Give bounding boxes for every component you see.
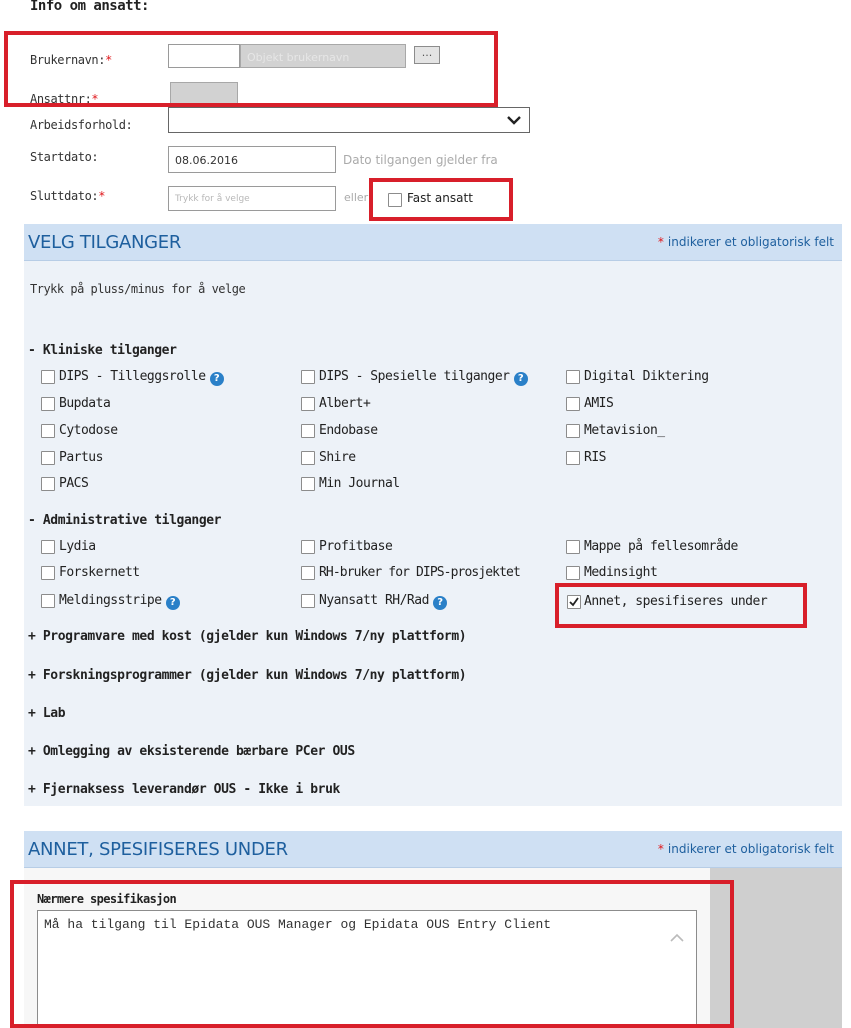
end-date-label: Sluttdato:* (30, 189, 106, 203)
label-min-journal: Min Journal (319, 476, 400, 491)
checkbox-albert[interactable] (301, 397, 315, 411)
question-circle-icon[interactable]: ? (209, 372, 224, 386)
clinical-group-title: - Kliniske tilganger (28, 343, 177, 358)
label-shire: Shire (319, 450, 356, 465)
expand-programvare[interactable]: + Programvare med kost (gjelder kun Wind… (28, 629, 467, 644)
label-digital-diktering: Digital Diktering (584, 369, 709, 384)
label-meldingsstripe: Meldingsstripe? (59, 593, 180, 610)
employment-select[interactable] (168, 107, 530, 133)
required-note: * indikerer et obligatorisk felt (657, 235, 834, 249)
checkbox-cytodose[interactable] (41, 424, 55, 438)
checkbox-rh-bruker[interactable] (301, 566, 315, 580)
start-date-label: Startdato: (30, 150, 99, 164)
checkbox-lydia[interactable] (41, 540, 55, 554)
checkbox-digital-diktering[interactable] (566, 370, 580, 384)
checkbox-profitbase[interactable] (301, 540, 315, 554)
label-lydia: Lydia (59, 539, 96, 554)
label-ris: RIS (584, 450, 606, 465)
expand-lab[interactable]: + Lab (28, 706, 66, 721)
label-metavision: Metavision_ (584, 423, 665, 438)
checkbox-meldingsstripe[interactable] (41, 594, 55, 608)
other-header: ANNET, SPESIFISERES UNDER * indikerer et … (24, 831, 842, 868)
checkbox-bupdata[interactable] (41, 397, 55, 411)
label-dips-tilleggsrolle: DIPS - Tilleggsrolle? (59, 369, 224, 386)
label-medinsight: Medinsight (584, 565, 658, 580)
instructions-text: Trykk på pluss/minus for å velge (30, 282, 246, 296)
highlight-annet (555, 583, 807, 628)
label-amis: AMIS (584, 396, 614, 411)
employee-section-title: Info om ansatt: (30, 0, 149, 14)
checkbox-pacs[interactable] (41, 477, 55, 491)
checkbox-dips-spesielle[interactable] (301, 370, 315, 384)
label-forskernett: Forskernett (59, 565, 140, 580)
question-circle-icon[interactable]: ? (513, 372, 528, 386)
highlight-permanent (369, 178, 513, 221)
label-endobase: Endobase (319, 423, 378, 438)
checkbox-ris[interactable] (566, 451, 580, 465)
checkbox-dips-tilleggsrolle[interactable] (41, 370, 55, 384)
checkbox-shire[interactable] (301, 451, 315, 465)
access-header-title: VELG TILGANGER (28, 232, 182, 253)
expand-forskningsprogrammer[interactable]: + Forskningsprogrammer (gjelder kun Wind… (28, 668, 467, 683)
label-nyansatt: Nyansatt RH/Rad? (319, 593, 447, 610)
start-date-input[interactable]: 08.06.2016 (168, 146, 336, 173)
access-header: VELG TILGANGER * indikerer et obligatoris… (24, 224, 842, 261)
start-date-hint: Dato tilgangen gjelder fra (343, 153, 498, 167)
checkbox-partus[interactable] (41, 451, 55, 465)
highlight-username (4, 31, 498, 107)
checkbox-nyansatt[interactable] (301, 594, 315, 608)
question-circle-icon[interactable]: ? (165, 596, 180, 610)
label-dips-spesielle: DIPS - Spesielle tilganger? (319, 369, 528, 386)
label-rh-bruker: RH-bruker for DIPS-prosjektet (319, 565, 521, 580)
checkbox-mappe[interactable] (566, 540, 580, 554)
administrative-group-title: - Administrative tilganger (28, 513, 222, 528)
expand-omlegging[interactable]: + Omlegging av eksisterende bærbare PCer… (28, 744, 355, 759)
chevron-down-icon (507, 116, 521, 125)
label-mappe: Mappe på fellesområde (584, 539, 738, 554)
end-date-input[interactable]: Trykk for å velge (168, 186, 336, 211)
question-circle-icon[interactable]: ? (432, 596, 447, 610)
other-header-title: ANNET, SPESIFISERES UNDER (28, 839, 288, 860)
label-bupdata: Bupdata (59, 396, 111, 411)
checkbox-medinsight[interactable] (566, 566, 580, 580)
checkbox-forskernett[interactable] (41, 566, 55, 580)
label-profitbase: Profitbase (319, 539, 393, 554)
label-pacs: PACS (59, 476, 89, 491)
checkbox-endobase[interactable] (301, 424, 315, 438)
label-albert: Albert+ (319, 396, 371, 411)
label-cytodose: Cytodose (59, 423, 118, 438)
expand-fjernaksess[interactable]: + Fjernaksess leverandør OUS - Ikke i br… (28, 782, 340, 797)
employment-label: Arbeidsforhold: (30, 118, 133, 132)
checkbox-amis[interactable] (566, 397, 580, 411)
required-note: * indikerer et obligatorisk felt (657, 842, 834, 856)
highlight-specification (10, 880, 734, 1028)
checkbox-min-journal[interactable] (301, 477, 315, 491)
label-partus: Partus (59, 450, 103, 465)
checkbox-metavision[interactable] (566, 424, 580, 438)
